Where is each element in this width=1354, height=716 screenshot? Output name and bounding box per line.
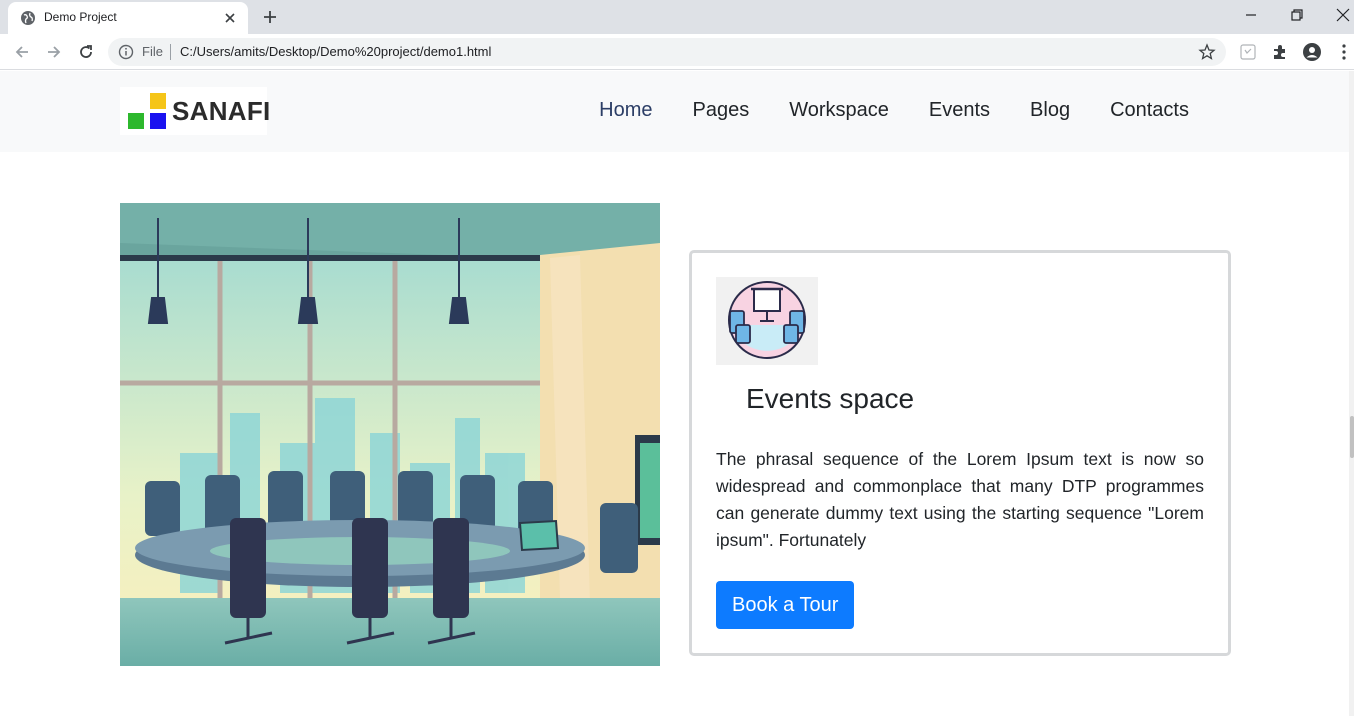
card-description: The phrasal sequence of the Lorem Ipsum … [716, 449, 1204, 550]
address-bar[interactable]: File C:/Users/amits/Desktop/Demo%20proje… [108, 38, 1226, 66]
reader-icon[interactable] [1238, 42, 1258, 62]
browser-toolbar: File C:/Users/amits/Desktop/Demo%20proje… [0, 34, 1354, 70]
logo-square-blue [150, 113, 166, 129]
window-close-icon[interactable] [1334, 6, 1352, 24]
tab-title: Demo Project [44, 10, 117, 24]
arrow-right-icon[interactable] [44, 42, 64, 62]
plus-icon[interactable] [260, 7, 280, 27]
minimize-icon[interactable] [1242, 6, 1260, 24]
main-nav: Home Pages Workspace Events Blog Contact… [579, 99, 1209, 122]
logo-text: SANAFI [172, 96, 271, 126]
conference-room-image [120, 203, 660, 666]
star-icon[interactable] [1198, 43, 1216, 61]
card-title: Events space [746, 383, 915, 414]
nav-contacts[interactable]: Contacts [1090, 99, 1209, 122]
info-icon[interactable] [118, 44, 134, 60]
kebab-menu-icon[interactable] [1334, 42, 1354, 62]
site-logo[interactable]: SANAFI [120, 87, 270, 135]
address-separator [170, 44, 171, 60]
nav-home[interactable]: Home [579, 99, 672, 122]
page-viewport: SANAFI Home Pages Workspace Events Blog … [0, 71, 1354, 716]
avatar-icon[interactable] [1302, 42, 1322, 62]
site-header: SANAFI Home Pages Workspace Events Blog … [0, 71, 1349, 152]
browser-tab[interactable]: Demo Project [8, 2, 248, 34]
globe-icon [21, 11, 35, 25]
nav-blog[interactable]: Blog [1010, 99, 1090, 122]
url-text[interactable]: C:/Users/amits/Desktop/Demo%20project/de… [180, 44, 491, 59]
logo-square-green [128, 113, 144, 129]
scrollbar-thumb[interactable] [1350, 416, 1354, 458]
close-icon[interactable] [222, 10, 238, 26]
page-scrollbar[interactable] [1349, 71, 1354, 716]
nav-workspace[interactable]: Workspace [769, 99, 909, 122]
arrow-left-icon[interactable] [12, 42, 32, 62]
restore-icon[interactable] [1288, 6, 1306, 24]
events-card: Events space The phrasal sequence of the… [689, 250, 1231, 656]
logo-square-yellow [150, 93, 166, 109]
nav-pages[interactable]: Pages [672, 99, 769, 122]
book-tour-button[interactable]: Book a Tour [716, 581, 855, 629]
nav-events[interactable]: Events [909, 99, 1010, 122]
presentation-room-icon [716, 277, 818, 365]
reload-icon[interactable] [76, 42, 96, 62]
browser-tabstrip: Demo Project [0, 0, 1354, 34]
puzzle-icon[interactable] [1270, 42, 1290, 62]
scheme-label: File [142, 44, 163, 59]
